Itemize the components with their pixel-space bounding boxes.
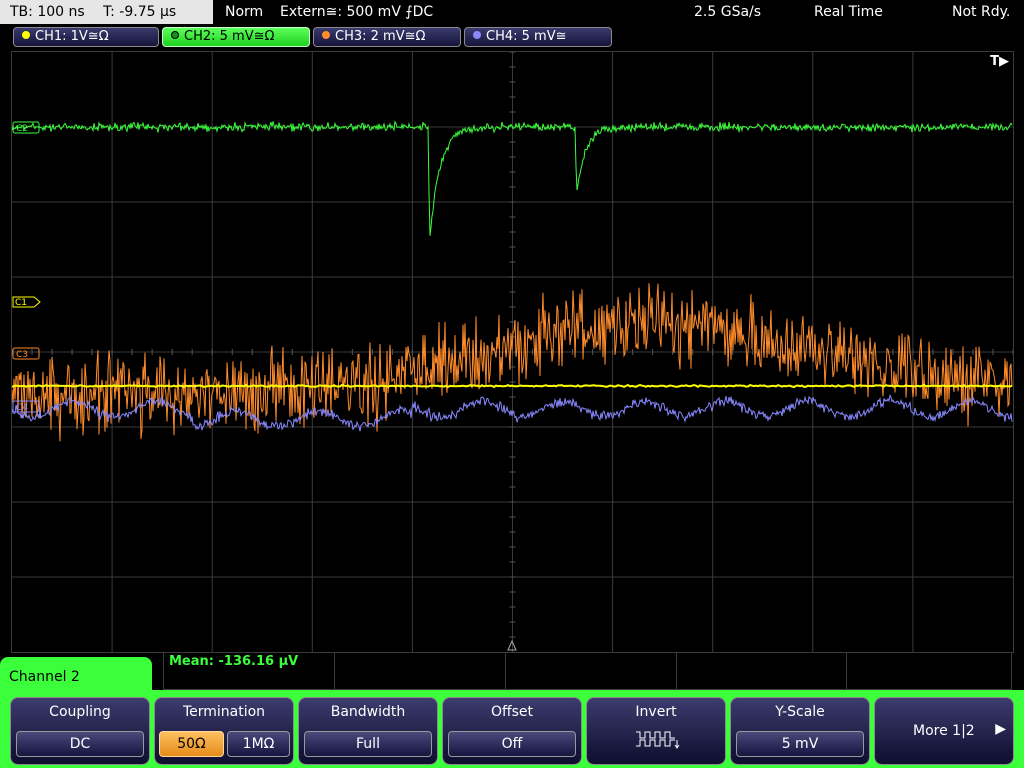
- timebase-box[interactable]: TB: 100 ns T: -9.75 µs: [0, 0, 213, 24]
- measurement-cell: [334, 653, 506, 689]
- ch3-label: CH3: 2 mV≅Ω: [335, 29, 426, 44]
- measurement-panel[interactable]: Mean: -136.16 µV: [163, 652, 1012, 690]
- measurement-cell: [505, 653, 677, 689]
- bandwidth-softkey[interactable]: Bandwidth Full: [298, 697, 438, 765]
- timebase-value: TB: 100 ns: [10, 4, 85, 20]
- offset-title: Offset: [490, 704, 534, 720]
- y-scale-value[interactable]: 5 mV: [736, 731, 864, 757]
- ch3-marker-label: C3: [16, 350, 28, 360]
- ch4-marker-label: C4: [16, 403, 28, 413]
- termination-50-ohm[interactable]: 50Ω: [159, 731, 224, 757]
- acquisition-status: Not Rdy.: [952, 4, 1011, 20]
- waveform-display[interactable]: C2 C1 C3 C4 T▶: [11, 51, 1014, 653]
- channel-tabs: CH1: 1V≅Ω CH2: 5 mV≅Ω CH3: 2 mV≅Ω CH4: 5…: [0, 24, 1024, 50]
- ch2-marker-label: C2: [16, 124, 28, 134]
- offset-softkey[interactable]: Offset Off: [442, 697, 582, 765]
- waveform-canvas: C2 C1 C3 C4: [12, 52, 1013, 652]
- termination-1m-ohm[interactable]: 1MΩ: [227, 731, 290, 757]
- offset-value[interactable]: Off: [448, 731, 576, 757]
- trigger-indicator: T▶: [990, 54, 1009, 69]
- trigger-source[interactable]: Extern≅: 500 mV ⨍DC: [280, 0, 433, 24]
- bandwidth-value[interactable]: Full: [304, 731, 432, 757]
- measurement-cell: [676, 653, 847, 689]
- trigger-time-value: T: -9.75 µs: [103, 4, 177, 20]
- sample-rate: 2.5 GSa/s: [694, 4, 762, 20]
- y-scale-title: Y-Scale: [775, 704, 825, 720]
- termination-title: Termination: [182, 704, 266, 720]
- acquisition-mode: Real Time: [814, 4, 883, 20]
- ch1-level-marker[interactable]: C1: [12, 296, 41, 308]
- tab-ch1[interactable]: CH1: 1V≅Ω: [13, 27, 159, 47]
- termination-softkey[interactable]: Termination 50Ω 1MΩ: [154, 697, 294, 765]
- status-bar: TB: 100 ns T: -9.75 µs Norm Extern≅: 500…: [0, 0, 1024, 24]
- ch1-label: CH1: 1V≅Ω: [35, 29, 109, 44]
- ch3-color-dot: [322, 31, 330, 39]
- invert-waveform-icon: [636, 731, 680, 749]
- tab-ch4[interactable]: CH4: 5 mV≅: [464, 27, 612, 47]
- more-label: More 1|2: [913, 723, 975, 739]
- ch3-level-marker[interactable]: C3: [12, 347, 40, 360]
- coupling-softkey[interactable]: Coupling DC: [10, 697, 150, 765]
- trigger-mode[interactable]: Norm: [225, 0, 263, 24]
- y-scale-softkey[interactable]: Y-Scale 5 mV: [730, 697, 870, 765]
- graticule: [12, 52, 1013, 652]
- ch1-color-dot: [22, 31, 30, 39]
- tab-ch2[interactable]: CH2: 5 mV≅Ω: [162, 27, 310, 47]
- coupling-title: Coupling: [49, 704, 111, 720]
- invert-title: Invert: [635, 704, 677, 720]
- more-softkey[interactable]: More 1|2 ▶: [874, 697, 1014, 765]
- tab-ch3[interactable]: CH3: 2 mV≅Ω: [313, 27, 461, 47]
- coupling-value[interactable]: DC: [16, 731, 144, 757]
- ch4-color-dot: [473, 31, 481, 39]
- ch4-label: CH4: 5 mV≅: [486, 29, 567, 44]
- chevron-right-icon: ▶: [995, 721, 1006, 737]
- measurement-mean: Mean: -136.16 µV: [169, 654, 299, 669]
- invert-softkey[interactable]: Invert: [586, 697, 726, 765]
- bandwidth-title: Bandwidth: [330, 704, 406, 720]
- ch2-label: CH2: 5 mV≅Ω: [184, 29, 275, 44]
- ch2-color-dot: [171, 31, 179, 39]
- ch1-marker-label: C1: [15, 298, 27, 308]
